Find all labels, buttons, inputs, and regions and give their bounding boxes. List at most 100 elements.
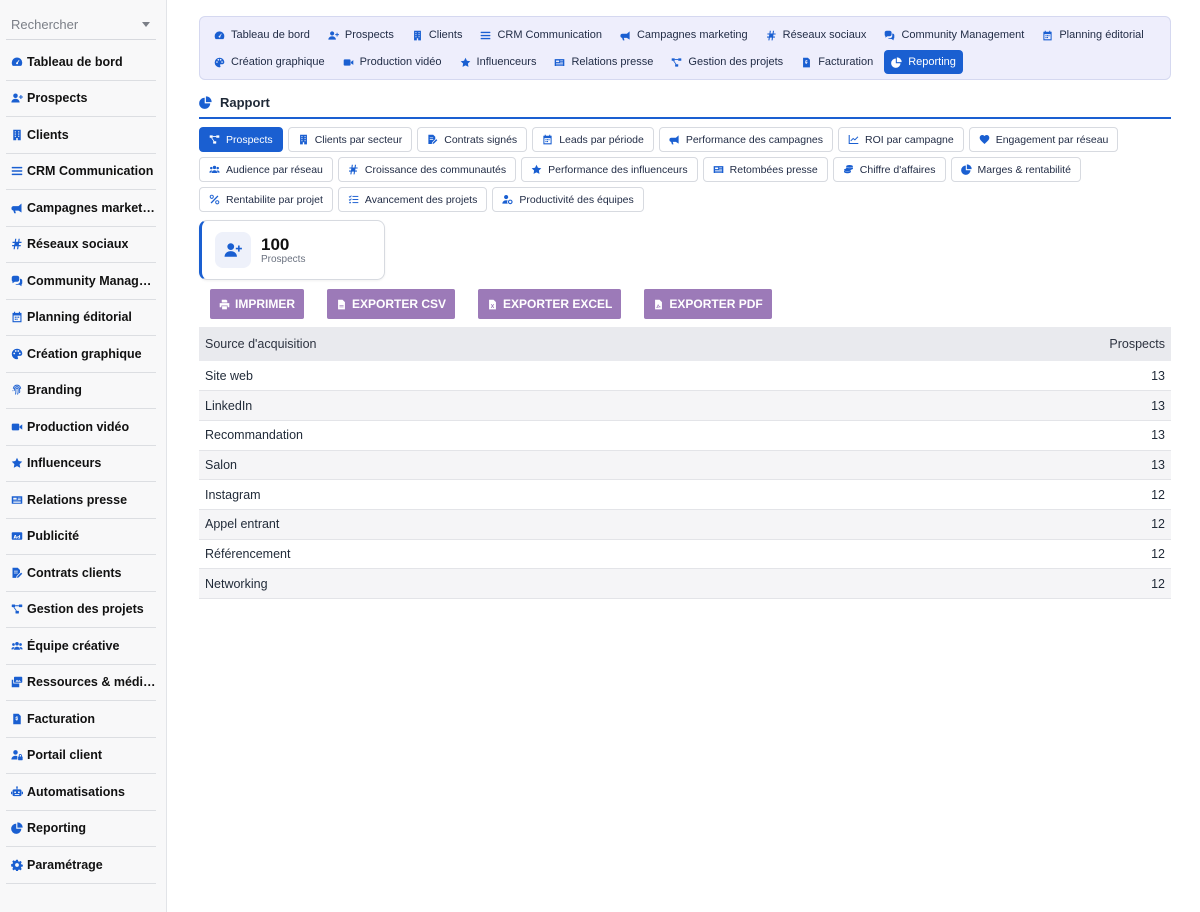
table-header-row: Source d'acquisition Prospects [199,327,1171,361]
chevron-down-icon[interactable] [142,22,150,27]
sidebar-item-user-lock[interactable]: Portail client [6,738,156,774]
report-tab-7[interactable]: Audience par réseau [199,157,333,182]
cell-prospects: 13 [827,420,1171,451]
report-tab-5[interactable]: ROI par campagne [838,127,964,152]
sidebar-item-label: Prospects [27,91,88,106]
export-button-label: EXPORTER PDF [669,297,763,311]
sidebar-item-cog[interactable]: Paramétrage [6,847,156,884]
search-placeholder: Rechercher [11,17,79,32]
report-tab-2[interactable]: Contrats signés [417,127,528,152]
sidebar-item-video[interactable]: Production vidéo [6,409,156,446]
sidebar-item-chart-pie[interactable]: Reporting [6,811,156,847]
building-icon [11,129,23,141]
fingerprint-icon [11,384,23,396]
export-pdf-button[interactable]: EXPORTER PDF [644,289,772,319]
print-button[interactable]: IMPRIMER [210,289,304,319]
chart-pie-icon [891,56,902,68]
print-icon [219,299,230,310]
topnav-item-user-plus[interactable]: Prospects [321,23,401,47]
topnav-item-dashboard[interactable]: Tableau de bord [207,23,317,47]
sidebar-item-fingerprint[interactable]: Branding [6,373,156,409]
sidebar-item-dashboard[interactable]: Tableau de bord [6,44,156,81]
report-tab-10[interactable]: Retombées presse [702,157,828,182]
table-row: Site web 13 [199,361,1171,392]
sidebar-item-user-plus[interactable]: Prospects [6,81,156,117]
topnav-item-calendar[interactable]: Planning éditorial [1035,23,1150,47]
search-select[interactable]: Rechercher [6,10,156,40]
cell-source: Site web [199,361,828,392]
topnav-item-comments[interactable]: Community Management [877,23,1031,47]
sidebar-item-label: Tableau de bord [27,54,123,69]
sidebar-item-label: Clients [27,127,69,142]
report-tab-0[interactable]: Prospects [199,127,283,152]
topnav-item-building[interactable]: Clients [405,23,470,47]
table-row: Networking 12 [199,568,1171,599]
sidebar-item-palette[interactable]: Création graphique [6,336,156,373]
sidebar-item-robot[interactable]: Automatisations [6,774,156,811]
topnav-item-label: Tableau de bord [231,29,310,41]
topnav-item-label: Clients [428,29,463,41]
report-tab-12[interactable]: Marges & rentabilité [950,157,1081,182]
chart-pie-icon [11,822,23,835]
table-row: Référencement 12 [199,539,1171,570]
report-tab-15[interactable]: Productivité des équipes [492,187,644,212]
newspaper-icon [554,57,565,68]
report-tab-9[interactable]: Performance des influenceurs [521,157,698,182]
topnav-item-project-diagram[interactable]: Gestion des projets [664,50,790,74]
cell-prospects: 12 [827,479,1171,510]
report-tab-label: ROI par campagne [865,133,954,146]
report-tab-3[interactable]: Leads par période [532,127,654,152]
topnav-item-star[interactable]: Influenceurs [453,50,544,74]
topnav-item-newspaper[interactable]: Relations presse [547,50,660,74]
report-tab-label: Rentabilite par projet [226,193,323,206]
topnav-item-invoice[interactable]: Facturation [794,50,880,74]
sidebar-item-invoice[interactable]: Facturation [6,701,156,738]
sidebar-item-project-diagram[interactable]: Gestion des projets [6,592,156,628]
report-tab-14[interactable]: Avancement des projets [337,187,488,212]
cog-icon [11,859,23,871]
sidebar-item-megaphone[interactable]: Campagnes marketing [6,190,156,227]
sidebar-item-list[interactable]: CRM Communication [6,154,156,190]
sidebar-item-contract[interactable]: Contrats clients [6,555,156,592]
topnav-item-list[interactable]: CRM Communication [473,23,609,47]
sidebar-item-newspaper[interactable]: Relations presse [6,482,156,519]
table-row: Recommandation 13 [199,420,1171,451]
sidebar-item-building[interactable]: Clients [6,117,156,154]
topnav-item-megaphone[interactable]: Campagnes marketing [613,23,755,47]
sidebar-item-label: CRM Communication [27,164,154,179]
report-tab-label: Contrats signés [444,133,518,146]
sidebar-item-star[interactable]: Influenceurs [6,446,156,482]
sidebar-item-users[interactable]: Équipe créative [6,628,156,665]
sidebar-item-label: Équipe créative [27,638,120,653]
column-header-source[interactable]: Source d'acquisition [199,327,828,361]
sidebar-item-calendar[interactable]: Planning éditorial [6,300,156,336]
table-row: LinkedIn 13 [199,390,1171,421]
topnav-item-video[interactable]: Production vidéo [336,50,449,74]
report-tab-1[interactable]: Clients par secteur [287,127,413,152]
topnav-item-chart-pie[interactable]: Reporting [884,50,963,74]
column-header-prospects[interactable]: Prospects [827,327,1171,361]
sidebar-item-comments[interactable]: Community Manage... [6,263,156,300]
report-tab-11[interactable]: Chiffre d'affaires [832,157,946,182]
table-row: Instagram 12 [199,479,1171,510]
export-csv-button[interactable]: EXPORTER CSV [327,289,456,319]
sidebar-item-hashtag[interactable]: Réseaux sociaux [6,227,156,263]
report-tab-4[interactable]: Performance des campagnes [658,127,833,152]
report-tab-6[interactable]: Engagement par réseau [968,127,1119,152]
users-icon [11,640,23,652]
dashboard-icon [214,30,225,41]
topnav-item-palette[interactable]: Création graphique [207,50,332,74]
sidebar-item-label: Community Manage... [27,273,156,288]
sidebar-item-label: Création graphique [27,346,142,361]
project-diagram-icon [209,134,220,145]
star-icon [11,457,23,469]
sidebar-item-ad[interactable]: Ad Publicité [6,519,156,555]
dashboard-icon [11,56,23,68]
palette-icon [11,348,23,360]
megaphone-icon [620,30,631,41]
topnav-item-hashtag[interactable]: Réseaux sociaux [759,23,874,47]
report-tab-8[interactable]: Croissance des communautés [337,157,517,182]
sidebar-item-photo-video[interactable]: Ressources & médias [6,665,156,701]
export-excel-button[interactable]: EXPORTER EXCEL [478,289,622,319]
report-tab-13[interactable]: Rentabilite par projet [199,187,333,212]
